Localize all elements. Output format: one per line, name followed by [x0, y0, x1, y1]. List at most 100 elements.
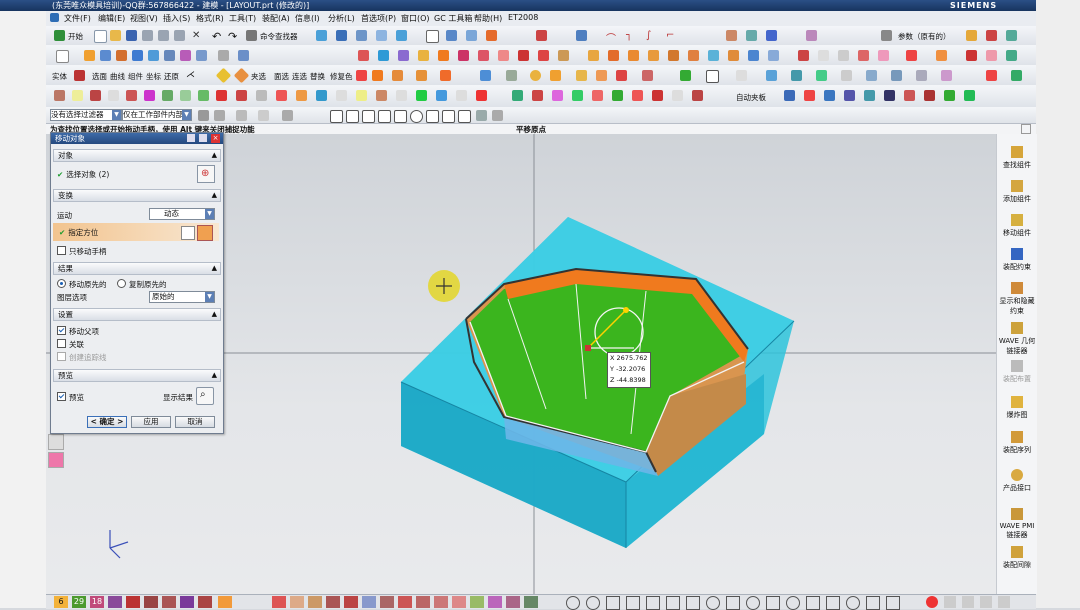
mold-z-icon[interactable]	[552, 90, 563, 101]
taskbar-item-24[interactable]	[524, 596, 538, 608]
render-icon[interactable]	[486, 30, 497, 41]
assembly-arrangement-button[interactable]: 装配布置	[997, 360, 1037, 384]
move-original-radio[interactable]	[57, 279, 66, 288]
taskbar-item-6[interactable]	[144, 596, 158, 608]
pocket-icon[interactable]	[180, 50, 191, 61]
tray2-icon[interactable]	[962, 596, 974, 608]
taskbar-item-21[interactable]	[470, 596, 484, 608]
pin-icon[interactable]	[536, 30, 547, 41]
maximize-view-icon[interactable]	[1021, 124, 1031, 134]
view-icon[interactable]	[376, 30, 387, 41]
copy-original-radio[interactable]	[117, 279, 126, 288]
mold-l-icon[interactable]	[256, 90, 267, 101]
taskbar-item-4[interactable]	[108, 596, 122, 608]
taskbar-item-18[interactable]	[416, 596, 430, 608]
mold-t-icon[interactable]	[416, 90, 427, 101]
taskbar-item-22[interactable]	[488, 596, 502, 608]
tool-a-icon[interactable]	[356, 70, 367, 81]
snap-point-on-curve-icon[interactable]	[442, 110, 455, 123]
command-finder-button[interactable]: 命令查找器	[260, 31, 298, 42]
side-tool-icon[interactable]	[48, 434, 64, 450]
auto-clamp-button[interactable]: 自动夹板	[736, 92, 766, 103]
tool-r-icon[interactable]	[816, 70, 827, 81]
taskbar-item-12[interactable]	[308, 596, 322, 608]
patch-icon[interactable]	[728, 50, 739, 61]
sphere-icon[interactable]	[132, 50, 143, 61]
edge-blend-icon[interactable]	[478, 50, 489, 61]
electrode-icon[interactable]	[1006, 50, 1017, 61]
move-original-radio-row[interactable]: 移动原先的	[57, 279, 107, 290]
taskbar-item-13[interactable]	[326, 596, 340, 608]
taskbar-item-16[interactable]	[380, 596, 394, 608]
snap-icon[interactable]	[336, 30, 347, 41]
select-object-button[interactable]: ⊕	[197, 165, 215, 183]
assembly-clearance-button[interactable]: 装配间隙	[997, 546, 1037, 570]
select-face-button[interactable]: 选面	[92, 71, 107, 82]
snap-midpoint-icon[interactable]	[346, 110, 359, 123]
clip-select-button[interactable]: 夹选	[251, 71, 266, 82]
mold-o-icon[interactable]	[316, 90, 327, 101]
chamfer-icon[interactable]	[498, 50, 509, 61]
mold-v-icon[interactable]	[456, 90, 467, 101]
sweep-icon[interactable]	[766, 30, 777, 41]
tool-o-icon[interactable]	[736, 70, 747, 81]
filter-d-icon[interactable]	[258, 110, 269, 121]
trim-sheet-icon[interactable]	[748, 50, 759, 61]
mold-i-icon[interactable]	[198, 90, 209, 101]
face-select-button[interactable]: 面选	[274, 71, 289, 82]
menu-view[interactable]: 视图(V)	[130, 13, 158, 24]
menu-help[interactable]: 帮助(H)	[474, 13, 502, 24]
new-file-icon[interactable]	[94, 30, 107, 43]
taskbar-item-8[interactable]	[180, 596, 194, 608]
ime-icon[interactable]	[926, 596, 938, 608]
reference-set-select[interactable]: 参数（原有的）	[898, 31, 951, 42]
taskbar-item-17[interactable]	[398, 596, 412, 608]
mold-a-icon[interactable]	[54, 90, 65, 101]
taskbar-item-1[interactable]: 6	[54, 596, 68, 608]
menu-info[interactable]: 信息(I)	[295, 13, 320, 24]
move-parents-checkbox[interactable]	[57, 326, 66, 335]
zoom-icon[interactable]	[426, 30, 439, 43]
taskbar-item-15[interactable]	[362, 596, 376, 608]
move-parents-row[interactable]: 移动父项	[57, 326, 99, 337]
draft-icon[interactable]	[518, 50, 529, 61]
tool-x-icon[interactable]	[986, 70, 997, 81]
menu-gc-toolbox[interactable]: GC 工具箱	[434, 13, 472, 24]
mold-y-icon[interactable]	[532, 90, 543, 101]
mold-al-icon[interactable]	[864, 90, 875, 101]
mold-ap-icon[interactable]	[944, 90, 955, 101]
slot-icon[interactable]	[218, 50, 229, 61]
mold-aj-icon[interactable]	[824, 90, 835, 101]
mold-h-icon[interactable]	[180, 90, 191, 101]
mold-ah-icon[interactable]	[784, 90, 795, 101]
subtract-icon[interactable]	[378, 50, 389, 61]
snap-point-on-face-icon[interactable]	[458, 110, 471, 123]
tool-e-icon[interactable]	[440, 70, 451, 81]
curve-icon[interactable]: ⌒	[606, 30, 617, 45]
taskbar-item-14[interactable]	[344, 596, 358, 608]
selection-scope-dropdown[interactable]: 仅在工作部件内部 ▼	[122, 109, 192, 121]
delete-icon[interactable]: ✕	[192, 30, 203, 41]
tool-w-icon[interactable]	[941, 70, 952, 81]
taskbar-item-11[interactable]	[290, 596, 304, 608]
select-solid-button[interactable]: 实体	[52, 71, 67, 82]
z-field[interactable]: Z -44.8398	[608, 375, 650, 386]
wave-linker-button[interactable]: WAVE 几何链接器	[997, 322, 1037, 356]
help-icon[interactable]	[218, 596, 232, 608]
tray-icon[interactable]	[944, 596, 956, 608]
clamp-icon[interactable]: ⋌	[186, 70, 197, 81]
mold-ak-icon[interactable]	[844, 90, 855, 101]
mold-split-icon[interactable]	[986, 50, 997, 61]
menu-format[interactable]: 格式(R)	[196, 13, 224, 24]
taskbar-item-23[interactable]	[506, 596, 520, 608]
mold-s-icon[interactable]	[396, 90, 407, 101]
tool-c-icon[interactable]	[392, 70, 403, 81]
mold-f-icon[interactable]	[144, 90, 155, 101]
tool-q-icon[interactable]	[791, 70, 802, 81]
taskbar-item-20[interactable]	[452, 596, 466, 608]
menu-tools[interactable]: 工具(T)	[229, 13, 256, 24]
move-face-icon[interactable]	[628, 50, 639, 61]
split-body-icon[interactable]	[438, 50, 449, 61]
taskbar-item-5[interactable]	[126, 596, 140, 608]
close-icon[interactable]: ×	[211, 134, 220, 143]
